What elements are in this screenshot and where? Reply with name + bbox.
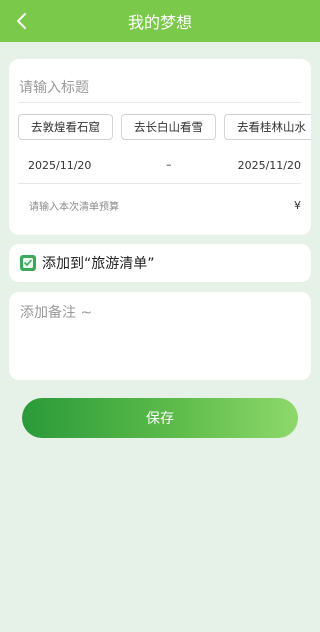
start-date[interactable]: 2025/11/20 <box>28 159 91 172</box>
save-button-label: 保存 <box>146 411 174 427</box>
currency-symbol: ¥ <box>294 199 301 212</box>
save-button[interactable]: 保存 <box>22 398 298 438</box>
notes-input[interactable] <box>18 300 306 374</box>
date-range: 2025/11/20 – 2025/11/20 <box>18 155 301 184</box>
add-to-list-label: 添加到“旅游清单” <box>42 256 155 272</box>
tag-changbaishan[interactable]: 去长白山看雪 <box>121 114 216 140</box>
tag-dunhuang[interactable]: 去敦煌看石窟 <box>18 114 113 140</box>
budget-input[interactable] <box>27 195 271 219</box>
tag-list: 去敦煌看石窟 去长白山看雪 去看桂林山水 <box>18 114 311 142</box>
tag-guilin[interactable]: 去看桂林山水 <box>224 114 311 140</box>
chevron-left-icon <box>17 13 26 29</box>
date-separator: – <box>166 158 172 171</box>
title-input[interactable] <box>18 73 301 103</box>
add-to-list-card[interactable]: 添加到“旅游清单” <box>9 244 311 282</box>
notes-card <box>9 292 311 380</box>
check-note-icon <box>20 255 36 271</box>
end-date[interactable]: 2025/11/20 <box>238 159 301 172</box>
page-title: 我的梦想 <box>127 13 192 32</box>
trip-form-card: 去敦煌看石窟 去长白山看雪 去看桂林山水 2025/11/20 – 2025/1… <box>9 59 311 235</box>
budget-row: ¥ <box>18 195 301 219</box>
back-button[interactable] <box>10 9 34 33</box>
header: 我的梦想 <box>0 0 320 42</box>
